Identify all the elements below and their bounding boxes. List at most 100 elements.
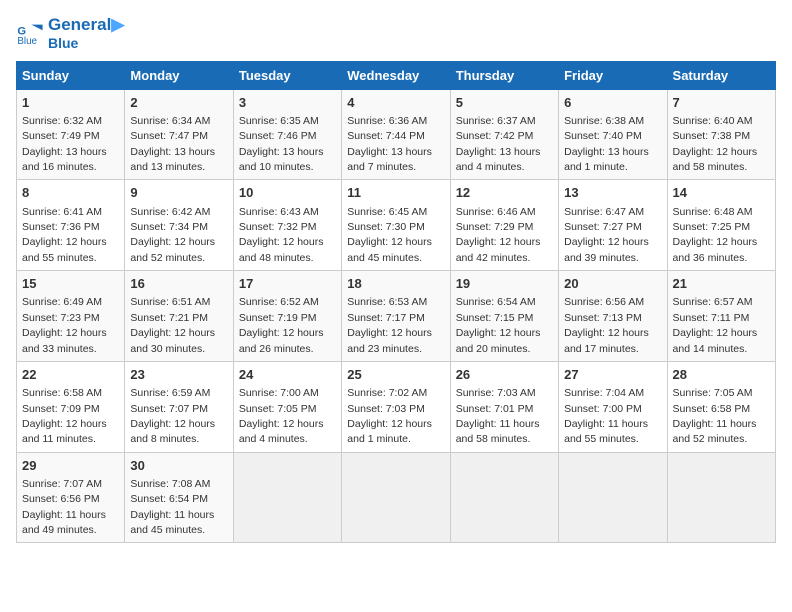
- cell-content: Sunrise: 6:59 AMSunset: 7:07 PMDaylight:…: [130, 387, 215, 445]
- cell-content: Sunrise: 7:03 AMSunset: 7:01 PMDaylight:…: [456, 387, 540, 445]
- day-number: 10: [239, 184, 336, 202]
- day-number: 23: [130, 366, 227, 384]
- calendar-week-2: 8 Sunrise: 6:41 AMSunset: 7:36 PMDaylight…: [17, 180, 776, 271]
- calendar-cell: [450, 452, 558, 543]
- day-number: 21: [673, 275, 770, 293]
- logo: G Blue General▶ Blue: [16, 16, 124, 51]
- day-number: 7: [673, 94, 770, 112]
- calendar-cell: 9Sunrise: 6:42 AMSunset: 7:34 PMDaylight…: [125, 180, 233, 271]
- cell-content: Sunrise: 7:05 AMSunset: 6:58 PMDaylight:…: [673, 387, 757, 445]
- cell-content: Sunrise: 7:07 AMSunset: 6:56 PMDaylight:…: [22, 478, 106, 536]
- cell-content: Sunrise: 6:43 AMSunset: 7:32 PMDaylight:…: [239, 206, 324, 264]
- calendar-cell: [233, 452, 341, 543]
- day-number: 17: [239, 275, 336, 293]
- day-number: 1: [22, 94, 119, 112]
- calendar-cell: 6 Sunrise: 6:38 AMSunset: 7:40 PMDaylight…: [559, 89, 667, 180]
- calendar-table: SundayMondayTuesdayWednesdayThursdayFrid…: [16, 61, 776, 544]
- cell-content: Sunrise: 7:00 AMSunset: 7:05 PMDaylight:…: [239, 387, 324, 445]
- logo-text-line2: Blue: [48, 35, 124, 51]
- calendar-cell: 10 Sunrise: 6:43 AMSunset: 7:32 PMDayligh…: [233, 180, 341, 271]
- cell-content: Sunrise: 6:34 AMSunset: 7:47 PMDaylight:…: [130, 115, 215, 173]
- svg-text:Blue: Blue: [17, 37, 37, 48]
- calendar-week-1: 1 Sunrise: 6:32 AMSunset: 7:49 PMDaylight…: [17, 89, 776, 180]
- calendar-cell: 22 Sunrise: 6:58 AMSunset: 7:09 PMDayligh…: [17, 361, 125, 452]
- day-number: 22: [22, 366, 119, 384]
- calendar-cell: 5 Sunrise: 6:37 AMSunset: 7:42 PMDaylight…: [450, 89, 558, 180]
- weekday-header-wednesday: Wednesday: [342, 61, 450, 89]
- cell-content: Sunrise: 6:58 AMSunset: 7:09 PMDaylight:…: [22, 387, 107, 445]
- cell-content: Sunrise: 6:46 AMSunset: 7:29 PMDaylight:…: [456, 206, 541, 264]
- cell-content: Sunrise: 6:38 AMSunset: 7:40 PMDaylight:…: [564, 115, 649, 173]
- logo-icon: G Blue: [16, 19, 44, 47]
- calendar-cell: 11 Sunrise: 6:45 AMSunset: 7:30 PMDayligh…: [342, 180, 450, 271]
- calendar-cell: 7 Sunrise: 6:40 AMSunset: 7:38 PMDaylight…: [667, 89, 775, 180]
- day-number: 18: [347, 275, 444, 293]
- weekday-header-tuesday: Tuesday: [233, 61, 341, 89]
- day-number: 9: [130, 184, 227, 202]
- cell-content: Sunrise: 6:40 AMSunset: 7:38 PMDaylight:…: [673, 115, 758, 173]
- cell-content: Sunrise: 6:37 AMSunset: 7:42 PMDaylight:…: [456, 115, 541, 173]
- cell-content: Sunrise: 6:53 AMSunset: 7:17 PMDaylight:…: [347, 296, 432, 354]
- day-number: 13: [564, 184, 661, 202]
- weekday-header-row: SundayMondayTuesdayWednesdayThursdayFrid…: [17, 61, 776, 89]
- logo-text-line1: General▶: [48, 16, 124, 35]
- calendar-cell: 23 Sunrise: 6:59 AMSunset: 7:07 PMDayligh…: [125, 361, 233, 452]
- day-number: 8: [22, 184, 119, 202]
- calendar-cell: 24 Sunrise: 7:00 AMSunset: 7:05 PMDayligh…: [233, 361, 341, 452]
- day-number: 26: [456, 366, 553, 384]
- calendar-cell: 29 Sunrise: 7:07 AMSunset: 6:56 PMDayligh…: [17, 452, 125, 543]
- calendar-cell: 16 Sunrise: 6:51 AMSunset: 7:21 PMDayligh…: [125, 271, 233, 362]
- cell-content: Sunrise: 6:45 AMSunset: 7:30 PMDaylight:…: [347, 206, 432, 264]
- cell-content: Sunrise: 7:04 AMSunset: 7:00 PMDaylight:…: [564, 387, 648, 445]
- calendar-cell: 2 Sunrise: 6:34 AMSunset: 7:47 PMDaylight…: [125, 89, 233, 180]
- calendar-cell: 25 Sunrise: 7:02 AMSunset: 7:03 PMDayligh…: [342, 361, 450, 452]
- day-number: 6: [564, 94, 661, 112]
- day-number: 14: [673, 184, 770, 202]
- cell-content: Sunrise: 6:56 AMSunset: 7:13 PMDaylight:…: [564, 296, 649, 354]
- cell-content: Sunrise: 6:32 AMSunset: 7:49 PMDaylight:…: [22, 115, 107, 173]
- calendar-cell: 18 Sunrise: 6:53 AMSunset: 7:17 PMDayligh…: [342, 271, 450, 362]
- day-number: 30: [130, 457, 227, 475]
- cell-content: Sunrise: 6:51 AMSunset: 7:21 PMDaylight:…: [130, 296, 215, 354]
- day-number: 2: [130, 94, 227, 112]
- weekday-header-thursday: Thursday: [450, 61, 558, 89]
- calendar-cell: [342, 452, 450, 543]
- cell-content: Sunrise: 6:49 AMSunset: 7:23 PMDaylight:…: [22, 296, 107, 354]
- calendar-cell: 15 Sunrise: 6:49 AMSunset: 7:23 PMDayligh…: [17, 271, 125, 362]
- calendar-cell: 17Sunrise: 6:52 AMSunset: 7:19 PMDayligh…: [233, 271, 341, 362]
- cell-content: Sunrise: 6:41 AMSunset: 7:36 PMDaylight:…: [22, 206, 107, 264]
- calendar-cell: 20 Sunrise: 6:56 AMSunset: 7:13 PMDayligh…: [559, 271, 667, 362]
- day-number: 29: [22, 457, 119, 475]
- calendar-cell: 30Sunrise: 7:08 AMSunset: 6:54 PMDayligh…: [125, 452, 233, 543]
- day-number: 25: [347, 366, 444, 384]
- calendar-cell: 26 Sunrise: 7:03 AMSunset: 7:01 PMDayligh…: [450, 361, 558, 452]
- day-number: 11: [347, 184, 444, 202]
- weekday-header-friday: Friday: [559, 61, 667, 89]
- day-number: 5: [456, 94, 553, 112]
- weekday-header-monday: Monday: [125, 61, 233, 89]
- calendar-cell: 8 Sunrise: 6:41 AMSunset: 7:36 PMDaylight…: [17, 180, 125, 271]
- day-number: 3: [239, 94, 336, 112]
- weekday-header-sunday: Sunday: [17, 61, 125, 89]
- day-number: 24: [239, 366, 336, 384]
- day-number: 16: [130, 275, 227, 293]
- calendar-cell: 13 Sunrise: 6:47 AMSunset: 7:27 PMDayligh…: [559, 180, 667, 271]
- calendar-week-5: 29 Sunrise: 7:07 AMSunset: 6:56 PMDayligh…: [17, 452, 776, 543]
- cell-content: Sunrise: 6:47 AMSunset: 7:27 PMDaylight:…: [564, 206, 649, 264]
- cell-content: Sunrise: 7:02 AMSunset: 7:03 PMDaylight:…: [347, 387, 432, 445]
- calendar-cell: 14 Sunrise: 6:48 AMSunset: 7:25 PMDayligh…: [667, 180, 775, 271]
- weekday-header-saturday: Saturday: [667, 61, 775, 89]
- calendar-week-4: 22 Sunrise: 6:58 AMSunset: 7:09 PMDayligh…: [17, 361, 776, 452]
- cell-content: Sunrise: 6:48 AMSunset: 7:25 PMDaylight:…: [673, 206, 758, 264]
- cell-content: Sunrise: 6:57 AMSunset: 7:11 PMDaylight:…: [673, 296, 758, 354]
- day-number: 12: [456, 184, 553, 202]
- cell-content: Sunrise: 6:35 AMSunset: 7:46 PMDaylight:…: [239, 115, 324, 173]
- day-number: 20: [564, 275, 661, 293]
- calendar-week-3: 15 Sunrise: 6:49 AMSunset: 7:23 PMDayligh…: [17, 271, 776, 362]
- page-header: G Blue General▶ Blue: [16, 16, 776, 51]
- day-number: 15: [22, 275, 119, 293]
- day-number: 4: [347, 94, 444, 112]
- day-number: 19: [456, 275, 553, 293]
- cell-content: Sunrise: 6:36 AMSunset: 7:44 PMDaylight:…: [347, 115, 432, 173]
- calendar-cell: 12 Sunrise: 6:46 AMSunset: 7:29 PMDayligh…: [450, 180, 558, 271]
